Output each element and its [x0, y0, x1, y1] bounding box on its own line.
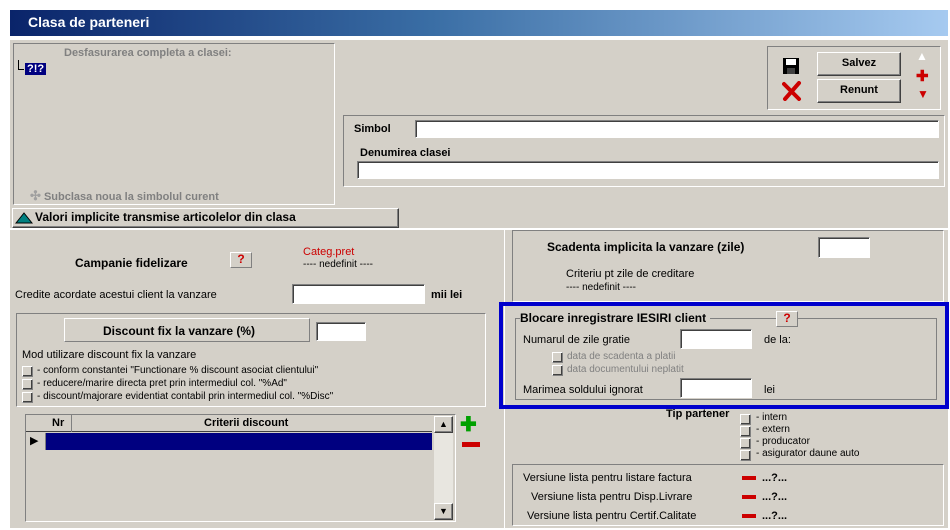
class-form: Simbol Denumirea clasei	[343, 115, 945, 187]
tip-extern-checkbox[interactable]	[740, 426, 751, 437]
sold-ignorat-label: Marimea soldului ignorat	[523, 384, 643, 396]
scroll-down-button[interactable]: ▼	[434, 503, 453, 520]
tree-panel: Desfasurarea completa a clasei: ?!?	[13, 43, 335, 205]
grid-col-nr: Nr	[52, 417, 65, 429]
credite-label: Credite acordate acestui client la vanza…	[15, 289, 217, 301]
tip-asigurator-label: - asigurator daune auto	[756, 448, 860, 459]
zile-gratie-label: Numarul de zile gratie	[523, 334, 630, 346]
document-neplatit-checkbox[interactable]	[552, 365, 563, 376]
add-subclass-button[interactable]: ✣ Subclasa noua la simbolul curent	[30, 188, 219, 204]
scroll-up-icon[interactable]: ▲	[916, 49, 928, 63]
discount-option-2-checkbox[interactable]	[22, 379, 33, 390]
defaults-bar-button[interactable]: Valori implicite transmise articolelor d…	[12, 208, 399, 228]
scroll-down-icon[interactable]: ▼	[917, 87, 929, 101]
row-indicator-icon: ▶	[26, 433, 46, 450]
versiune-livrare-label: Versiune lista pentru Disp.Livrare	[531, 491, 693, 503]
grid-col-divider	[71, 415, 72, 432]
tree-connector	[18, 60, 24, 70]
scadenta-platii-label: data de scadenta a platii	[567, 351, 676, 362]
scadenta-label: Scadenta implicita la vanzare (zile)	[547, 240, 745, 254]
versiune-calitate-dash-icon[interactable]	[742, 514, 756, 518]
blocare-help-button[interactable]: ?	[776, 311, 798, 327]
versiune-factura-label: Versiune lista pentru listare factura	[523, 472, 692, 484]
blocare-title: Blocare inregistrare IESIRI client	[520, 311, 711, 325]
criteria-grid: Nr Criterii discount ▶ ▲ ▼	[25, 414, 456, 522]
versiune-calitate-value: ...?...	[762, 510, 788, 522]
plus-icon: ✣	[30, 188, 41, 203]
discount-option-1-checkbox[interactable]	[22, 366, 33, 377]
campanie-label: Campanie fidelizare	[75, 256, 188, 270]
criteriu-value: ---- nedefinit ----	[566, 282, 637, 293]
tree-node[interactable]: ?!?	[25, 63, 47, 75]
tree-header: Desfasurarea completa a clasei:	[64, 47, 232, 59]
scadenta-input[interactable]	[818, 237, 870, 258]
grid-col-criterii: Criterii discount	[204, 417, 289, 429]
close-icon	[782, 81, 801, 101]
tip-partener-label: Tip partener	[666, 408, 730, 420]
campanie-help-button[interactable]: ?	[230, 252, 252, 268]
de-la-label: de la:	[764, 334, 791, 346]
document-neplatit-label: data documentului neplatit	[567, 364, 684, 375]
add-row-icon[interactable]: ✚	[460, 412, 477, 437]
versiune-livrare-dash-icon[interactable]	[742, 495, 756, 499]
scroll-up-button[interactable]: ▲	[434, 416, 453, 433]
app-window: Clasa de parteneri Desfasurarea completa…	[0, 0, 950, 530]
discount-title-box: Discount fix la vanzare (%)	[64, 318, 310, 342]
discount-option-3-checkbox[interactable]	[22, 392, 33, 403]
versiune-factura-dash-icon[interactable]	[742, 476, 756, 480]
credite-unit: mii lei	[431, 289, 463, 301]
discount-mod-label: Mod utilizare discount fix la vanzare	[22, 349, 197, 361]
remove-row-icon[interactable]	[462, 442, 480, 447]
versiune-calitate-label: Versiune lista pentru Certif.Calitate	[527, 510, 697, 522]
discount-option-1-label: - conform constantei "Functionare % disc…	[37, 365, 319, 376]
window-title: Clasa de parteneri	[28, 14, 150, 30]
tip-producator-checkbox[interactable]	[740, 438, 751, 449]
tip-producator-label: - producator	[756, 436, 810, 447]
zile-gratie-input[interactable]	[680, 329, 752, 349]
simbol-label: Simbol	[354, 123, 391, 135]
sold-ignorat-unit: lei	[764, 384, 776, 396]
discount-input[interactable]	[316, 322, 366, 341]
denumire-input[interactable]	[357, 161, 939, 179]
tip-extern-label: - extern	[756, 424, 790, 435]
scadenta-platii-checkbox[interactable]	[552, 352, 563, 363]
grid-scrollbar[interactable]: ▲ ▼	[434, 416, 453, 520]
discount-option-3-label: - discount/majorare evidentiat contabil …	[37, 391, 334, 402]
cancel-button[interactable]: Renunt	[817, 79, 901, 103]
add-icon[interactable]: ✚	[916, 67, 929, 85]
table-row[interactable]: ▶	[26, 433, 432, 450]
action-box: Salvez Renunt ▲ ✚ ▼	[767, 46, 941, 110]
criteriu-label: Criteriu pt zile de creditare	[566, 268, 695, 280]
credite-input[interactable]	[292, 284, 425, 304]
simbol-input[interactable]	[415, 120, 939, 138]
tip-intern-label: - intern	[756, 412, 788, 423]
tip-asigurator-checkbox[interactable]	[740, 450, 751, 461]
versiune-livrare-value: ...?...	[762, 491, 788, 503]
categ-value: ---- nedefinit ----	[303, 259, 374, 270]
discount-title: Discount fix la vanzare (%)	[103, 324, 256, 338]
sold-ignorat-input[interactable]	[680, 378, 752, 398]
denumire-label: Denumirea clasei	[360, 147, 451, 159]
save-button[interactable]: Salvez	[817, 52, 901, 76]
triangle-up-icon	[15, 212, 33, 224]
floppy-icon	[783, 58, 799, 74]
window-titlebar: Clasa de parteneri	[10, 10, 948, 36]
tip-intern-checkbox[interactable]	[740, 414, 751, 425]
categ-label: Categ.pret	[303, 246, 355, 258]
versiune-factura-value: ...?...	[762, 472, 788, 484]
discount-option-2-label: - reducere/marire directa pret prin inte…	[37, 378, 287, 389]
